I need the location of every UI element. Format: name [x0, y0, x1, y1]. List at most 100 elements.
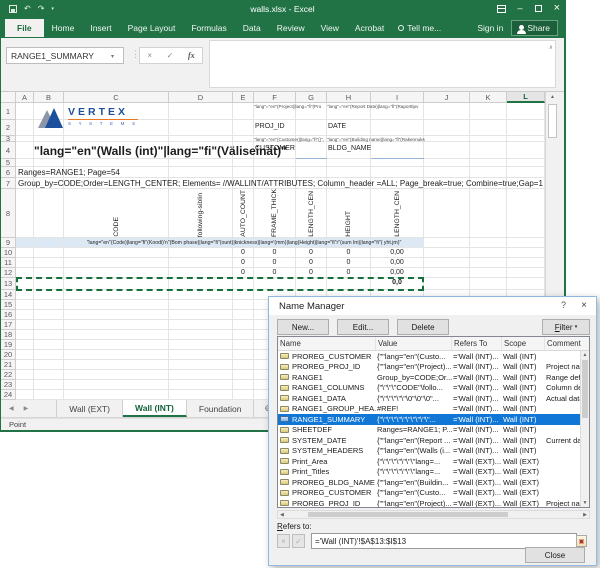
grid-cell[interactable]: "lang"="en"(Report Date)|lang="fi"(Rapor… — [327, 103, 371, 120]
refers-enter-button[interactable]: ✓ — [292, 534, 305, 548]
grid-cell[interactable] — [64, 258, 169, 268]
grid-cell[interactable] — [34, 340, 64, 350]
grid-cell[interactable] — [16, 360, 34, 370]
sheet-tab-wall-int[interactable]: Wall (INT) — [123, 400, 187, 417]
undo-icon[interactable]: ↶ — [24, 5, 31, 13]
list-column-header-name[interactable]: Name — [278, 337, 376, 350]
grid-cell[interactable] — [169, 167, 233, 178]
grid-cell[interactable] — [34, 300, 64, 310]
scroll-down-icon[interactable]: ▼ — [581, 500, 589, 506]
grid-cell[interactable]: following-siblin — [169, 189, 233, 238]
scroll-up-icon[interactable]: ▲ — [581, 352, 589, 358]
grid-cell[interactable] — [16, 320, 34, 330]
grid-cell[interactable] — [16, 350, 34, 360]
grid-cell[interactable] — [233, 167, 254, 178]
grid-cell[interactable] — [470, 142, 507, 159]
column-header-F[interactable]: F — [254, 92, 296, 103]
scroll-up-icon[interactable]: ▲ — [546, 94, 559, 100]
column-header-C[interactable]: C — [64, 92, 169, 103]
collapse-dialog-range-icon[interactable]: ▣ — [576, 535, 587, 547]
grid-cell[interactable] — [169, 320, 233, 330]
grid-cell[interactable] — [169, 390, 233, 400]
column-header-B[interactable]: B — [34, 92, 64, 103]
row-header-19[interactable]: 19 — [1, 340, 16, 350]
grid-cell[interactable] — [371, 142, 424, 159]
scroll-right-icon[interactable]: ▶ — [583, 512, 587, 518]
grid-cell[interactable]: 0 — [233, 248, 254, 258]
row-header-13[interactable]: 13 — [1, 278, 16, 290]
name-manager-row[interactable]: RANGE1Group_by=CODE;Or...='Wall (INT)...… — [278, 372, 589, 383]
row-header-18[interactable]: 18 — [1, 330, 16, 340]
grid-cell[interactable] — [233, 350, 254, 360]
ribbon-tab-insert[interactable]: Insert — [82, 19, 119, 37]
grid-cell[interactable] — [470, 167, 507, 178]
minimize-button[interactable]: – — [518, 4, 523, 13]
ribbon-tab-formulas[interactable]: Formulas — [183, 19, 234, 37]
grid-cell[interactable]: Ranges=RANGE1; Page=54 — [16, 167, 34, 178]
grid-cell[interactable] — [34, 370, 64, 380]
grid-cell[interactable] — [169, 310, 233, 320]
grid-cell[interactable] — [169, 340, 233, 350]
grid-cell[interactable] — [64, 290, 169, 300]
grid-cell[interactable] — [233, 310, 254, 320]
grid-cell[interactable] — [470, 120, 507, 136]
grid-cell[interactable]: BLDG_NAME — [327, 142, 371, 159]
grid-cell[interactable] — [507, 103, 545, 120]
row-header-4[interactable]: 4 — [1, 142, 16, 159]
grid-cell[interactable] — [64, 330, 169, 340]
name-manager-row[interactable]: PROREG_BLDG_NAME{""lang="en"(Buildin...=… — [278, 477, 589, 488]
grid-cell[interactable] — [233, 330, 254, 340]
row-header-10[interactable]: 10 — [1, 248, 16, 258]
grid-cell[interactable] — [16, 120, 34, 136]
name-manager-row[interactable]: RANGE1_COLUMNS{"\"\"\"CODE"\follo...='Wa… — [278, 383, 589, 394]
scrollbar-thumb[interactable] — [582, 360, 588, 418]
share-button[interactable]: Share — [511, 20, 558, 36]
grid-cell[interactable]: LENGTH_CEN — [296, 189, 327, 238]
grid-cell[interactable]: 0,00 — [371, 258, 424, 268]
qat-customize-icon[interactable]: ▾ — [51, 5, 54, 13]
grid-cell[interactable] — [470, 159, 507, 167]
grid-cell[interactable]: 0 — [254, 248, 296, 258]
ribbon-tab-data[interactable]: Data — [235, 19, 269, 37]
grid-cell[interactable] — [233, 370, 254, 380]
grid-cell[interactable] — [233, 340, 254, 350]
new-button[interactable]: New... — [277, 319, 329, 335]
column-header-A[interactable]: A — [16, 92, 34, 103]
sheet-tab-wall-ext[interactable]: Wall (EXT) — [56, 400, 123, 417]
grid-cell[interactable]: 0 — [327, 248, 371, 258]
column-header-G[interactable]: G — [296, 92, 327, 103]
grid-cell[interactable]: "lang="en"(Walls (int)"|lang="fi"(Välise… — [34, 142, 64, 159]
grid-cell[interactable] — [233, 380, 254, 390]
grid-cell[interactable] — [296, 159, 327, 167]
grid-cell[interactable]: 0 — [296, 258, 327, 268]
grid-cell[interactable] — [64, 390, 169, 400]
name-manager-row[interactable]: RANGE1_SUMMARY{"\"\"\"\"\"\"\"\"\"\"...=… — [278, 414, 589, 425]
grid-cell[interactable] — [16, 330, 34, 340]
grid-cell[interactable] — [233, 159, 254, 167]
row-header-23[interactable]: 23 — [1, 380, 16, 390]
grid-cell[interactable] — [296, 120, 327, 136]
formula-input[interactable] — [209, 40, 556, 88]
column-header-J[interactable]: J — [424, 92, 470, 103]
grid-cell[interactable] — [169, 370, 233, 380]
grid-cell[interactable] — [169, 159, 233, 167]
help-icon[interactable]: ? — [561, 300, 566, 310]
ribbon-tab-view[interactable]: View — [313, 19, 347, 37]
grid-cell[interactable] — [507, 120, 545, 136]
grid-cell[interactable] — [296, 167, 327, 178]
row-header-7[interactable]: 7 — [1, 178, 16, 189]
grid-cell[interactable] — [254, 159, 296, 167]
grid-cell[interactable] — [64, 300, 169, 310]
row-header-20[interactable]: 20 — [1, 350, 16, 360]
name-manager-row[interactable]: PROREG_CUSTOMER{""lang="en"(Custo...='Wa… — [278, 488, 589, 499]
grid-cell[interactable] — [34, 310, 64, 320]
grid-cell[interactable] — [64, 159, 169, 167]
column-header-I[interactable]: I — [371, 92, 424, 103]
insert-function-icon[interactable]: fx — [188, 51, 195, 60]
grid-cell[interactable]: 0,00 — [371, 248, 424, 258]
select-all-corner[interactable] — [1, 92, 16, 103]
save-icon[interactable] — [9, 5, 17, 13]
grid-cell[interactable] — [169, 380, 233, 390]
grid-cell[interactable] — [507, 238, 545, 248]
sheet-tab-foundation[interactable]: Foundation — [187, 400, 255, 417]
